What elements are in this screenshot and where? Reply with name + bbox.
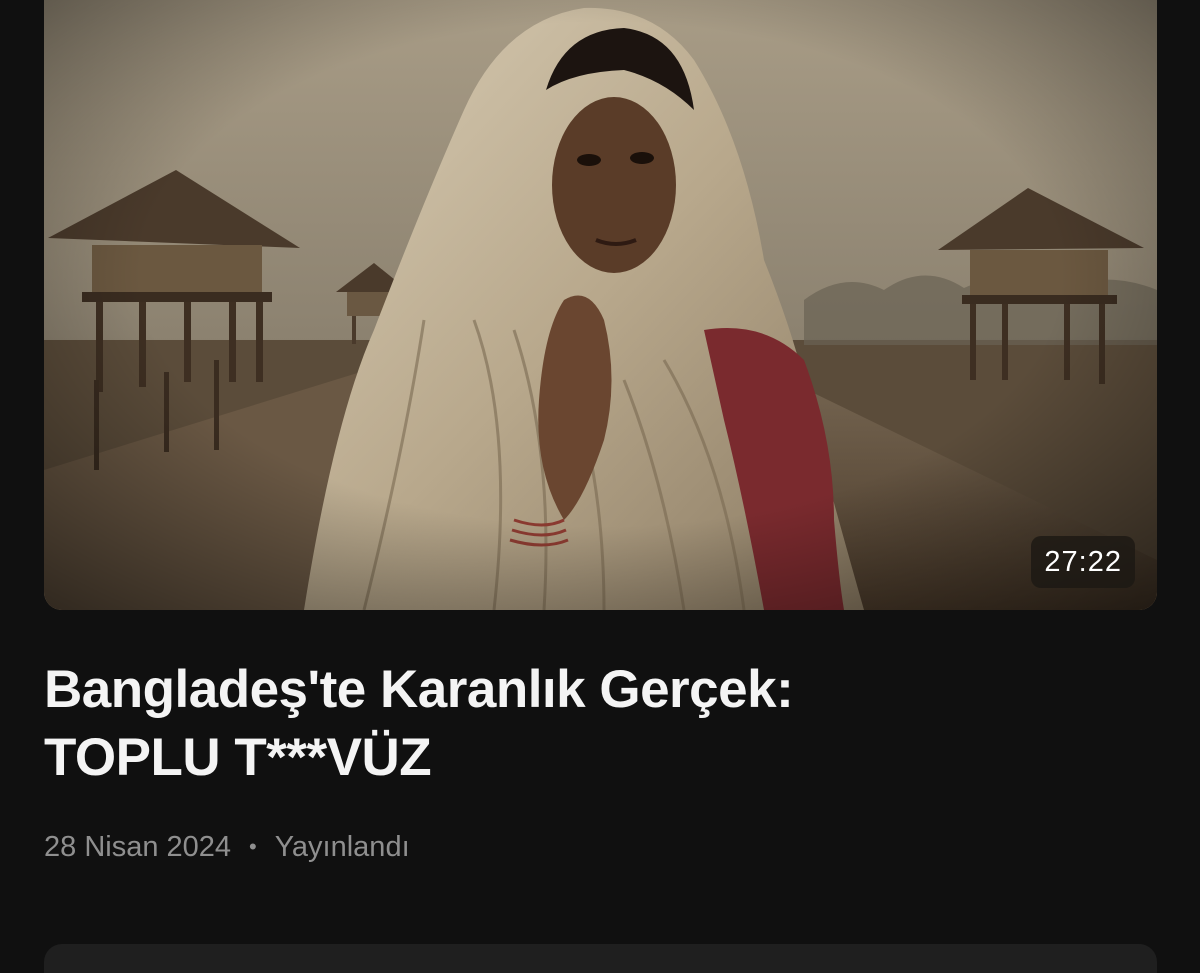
meta-separator: • [249,834,257,859]
video-title-line1: Bangladeş'te Karanlık Gerçek: [44,660,794,719]
thumbnail-illustration [44,0,1157,610]
duration-badge: 27:22 [1031,536,1135,588]
video-meta: 28 Nisan 2024 • Yayınlandı [44,827,410,867]
video-title-line2: TOPLU T***VÜZ [44,728,432,787]
video-thumbnail[interactable]: 27:22 [44,0,1157,610]
video-title[interactable]: Bangladeş'te Karanlık Gerçek: TOPLU T***… [44,656,1154,792]
next-content-card[interactable] [44,944,1157,973]
video-detail-page: 27:22 Bangladeş'te Karanlık Gerçek: TOPL… [0,0,1200,973]
publish-status: Yayınlandı [274,831,410,863]
publish-date: 28 Nisan 2024 [44,831,232,863]
